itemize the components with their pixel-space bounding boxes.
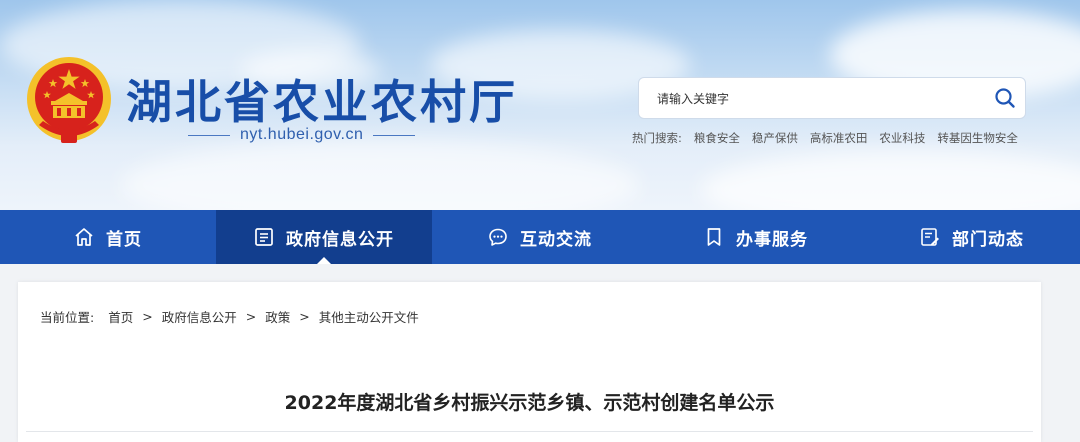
search-button[interactable] [989, 82, 1021, 114]
article-title: 2022年度湖北省乡村振兴示范乡镇、示范村创建名单公示 [284, 392, 775, 414]
main-nav: 首页 政府信息公开 互动交流 办事服务 部门动态 [0, 210, 1080, 264]
site-header: 湖北省农业农村厅 nyt.hubei.gov.cn 热门搜索: 粮食安全 稳产保… [0, 0, 1080, 210]
home-icon [74, 227, 94, 247]
divider [188, 134, 230, 136]
document-list-icon [254, 227, 274, 247]
breadcrumb-link[interactable]: 政策 [265, 307, 290, 326]
breadcrumb-label: 当前位置: [40, 309, 95, 325]
news-edit-icon [920, 227, 940, 247]
hot-search-label: 热门搜索: [632, 131, 682, 145]
breadcrumb-separator: > [245, 308, 257, 324]
nav-item-label: 政府信息公开 [286, 229, 394, 250]
nav-item-label: 部门动态 [952, 229, 1024, 250]
nav-item-department-news[interactable]: 部门动态 [864, 210, 1080, 264]
breadcrumb-separator: > [142, 308, 153, 324]
breadcrumb: 当前位置: 首页 > 政府信息公开 > 政策 > 其他主动公开文件 [40, 307, 419, 325]
search-input[interactable] [655, 78, 989, 120]
breadcrumb-link[interactable]: 其他主动公开文件 [319, 307, 419, 326]
search-box [638, 77, 1026, 120]
nav-item-services[interactable]: 办事服务 [648, 210, 864, 264]
header-cloud [700, 150, 1080, 210]
nav-item-label: 首页 [106, 229, 142, 250]
breadcrumb-separator: > [299, 308, 310, 324]
hot-search-link[interactable]: 稳产保供 [752, 130, 798, 146]
breadcrumb-link[interactable]: 首页 [108, 307, 133, 326]
hot-search: 热门搜索: 粮食安全 稳产保供 高标准农田 农业科技 转基因生物安全 [632, 130, 1030, 146]
nav-item-government-info[interactable]: 政府信息公开 [216, 210, 432, 264]
divider [373, 134, 416, 136]
hot-search-link[interactable]: 粮食安全 [694, 130, 740, 146]
nav-item-label: 互动交流 [520, 229, 592, 250]
hot-search-link[interactable]: 转基因生物安全 [937, 130, 1018, 146]
article-panel: 当前位置: 首页 > 政府信息公开 > 政策 > 其他主动公开文件 2022年度… [18, 282, 1041, 442]
breadcrumb-link[interactable]: 政府信息公开 [162, 307, 237, 326]
nav-item-interaction[interactable]: 互动交流 [432, 210, 648, 264]
divider [26, 431, 1033, 432]
nav-item-label: 办事服务 [736, 229, 808, 250]
search-icon [995, 88, 1015, 108]
nav-item-home[interactable]: 首页 [0, 210, 216, 264]
national-emblem-logo[interactable] [25, 55, 113, 147]
chat-bubble-icon [488, 227, 508, 247]
hot-search-link[interactable]: 高标准农田 [810, 130, 868, 146]
site-domain-text: nyt.hubei.gov.cn [240, 126, 364, 143]
site-title: 湖北省农业农村厅 [126, 75, 518, 129]
site-domain: nyt.hubei.gov.cn [188, 125, 416, 145]
bookmark-icon [704, 227, 724, 247]
header-cloud [120, 140, 640, 210]
hot-search-link[interactable]: 农业科技 [879, 130, 925, 146]
